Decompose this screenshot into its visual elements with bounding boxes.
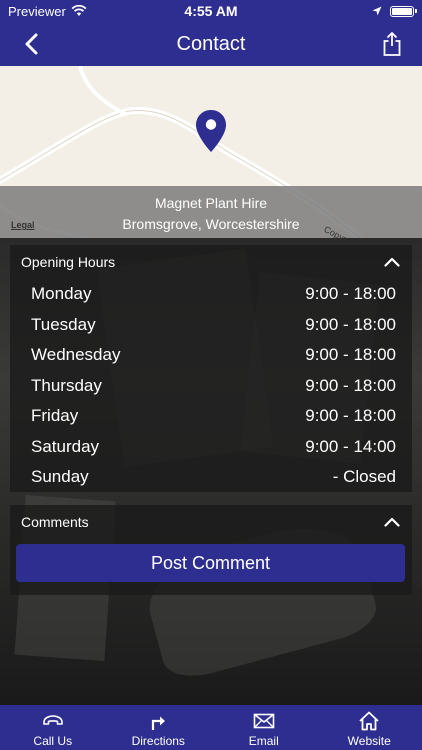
carrier-label: Previewer (8, 3, 66, 19)
location-pin-icon[interactable] (195, 109, 227, 153)
day-label: Tuesday (31, 314, 96, 334)
comments-label: Comments (21, 514, 89, 530)
directions-icon (152, 716, 166, 730)
hours-value: - Closed (332, 467, 396, 487)
tab-email[interactable]: Email (211, 705, 317, 750)
hours-row-wednesday: Wednesday 9:00 - 18:00 (10, 340, 412, 371)
opening-hours-panel: Opening Hours Monday 9:00 - 18:00 Tuesda… (10, 245, 412, 492)
location-arrow-icon (372, 6, 382, 16)
hours-row-sunday: Sunday - Closed (10, 462, 412, 493)
wifi-icon (71, 5, 87, 16)
comments-header[interactable]: Comments (10, 505, 412, 539)
map-view[interactable]: Magnet Plant Hire Bromsgrove, Worcesters… (0, 66, 422, 238)
day-label: Saturday (31, 436, 100, 456)
map-legal-link[interactable]: Legal (11, 220, 35, 230)
battery-icon (390, 5, 417, 17)
chevron-up-icon[interactable] (384, 517, 400, 527)
nav-bar: Contact (0, 22, 422, 66)
hours-row-friday: Friday 9:00 - 18:00 (10, 401, 412, 432)
tab-website[interactable]: Website (317, 705, 422, 750)
share-icon[interactable] (380, 31, 404, 57)
email-icon (253, 713, 275, 729)
tab-label: Website (347, 734, 391, 748)
tab-label: Directions (131, 734, 185, 748)
tab-directions[interactable]: Directions (106, 705, 212, 750)
hours-row-saturday: Saturday 9:00 - 14:00 (10, 432, 412, 463)
page-title: Contact (176, 32, 246, 55)
hours-value: 9:00 - 18:00 (305, 284, 396, 304)
hours-row-thursday: Thursday 9:00 - 18:00 (10, 371, 412, 402)
opening-hours-header[interactable]: Opening Hours (10, 245, 412, 279)
map-address-overlay: Magnet Plant Hire Bromsgrove, Worcesters… (0, 186, 422, 238)
status-bar: Previewer 4:55 AM (0, 0, 422, 22)
business-location: Bromsgrove, Worcestershire (122, 216, 300, 232)
hours-value: 9:00 - 18:00 (305, 406, 396, 426)
back-chevron-icon[interactable] (20, 31, 46, 57)
hours-row-tuesday: Tuesday 9:00 - 18:00 (10, 310, 412, 341)
hours-row-monday: Monday 9:00 - 18:00 (10, 279, 412, 310)
hours-value: 9:00 - 18:00 (305, 314, 396, 334)
business-name: Magnet Plant Hire (154, 195, 268, 211)
day-label: Wednesday (31, 345, 121, 365)
comments-panel: Comments Post Comment (10, 505, 412, 595)
home-icon (359, 711, 379, 731)
tab-bar: Call Us Directions Email Website (0, 705, 422, 750)
hours-value: 9:00 - 14:00 (305, 436, 396, 456)
tab-label: Call Us (33, 734, 73, 748)
day-label: Thursday (31, 375, 102, 395)
day-label: Monday (31, 284, 92, 304)
hours-value: 9:00 - 18:00 (305, 375, 396, 395)
hours-value: 9:00 - 18:00 (305, 345, 396, 365)
day-label: Friday (31, 406, 79, 426)
tab-label: Email (248, 734, 279, 748)
phone-icon (42, 715, 63, 725)
tab-call-us[interactable]: Call Us (0, 705, 106, 750)
day-label: Sunday (31, 467, 89, 487)
post-comment-button[interactable]: Post Comment (16, 544, 405, 582)
opening-hours-label: Opening Hours (21, 254, 116, 270)
chevron-up-icon[interactable] (384, 257, 400, 267)
